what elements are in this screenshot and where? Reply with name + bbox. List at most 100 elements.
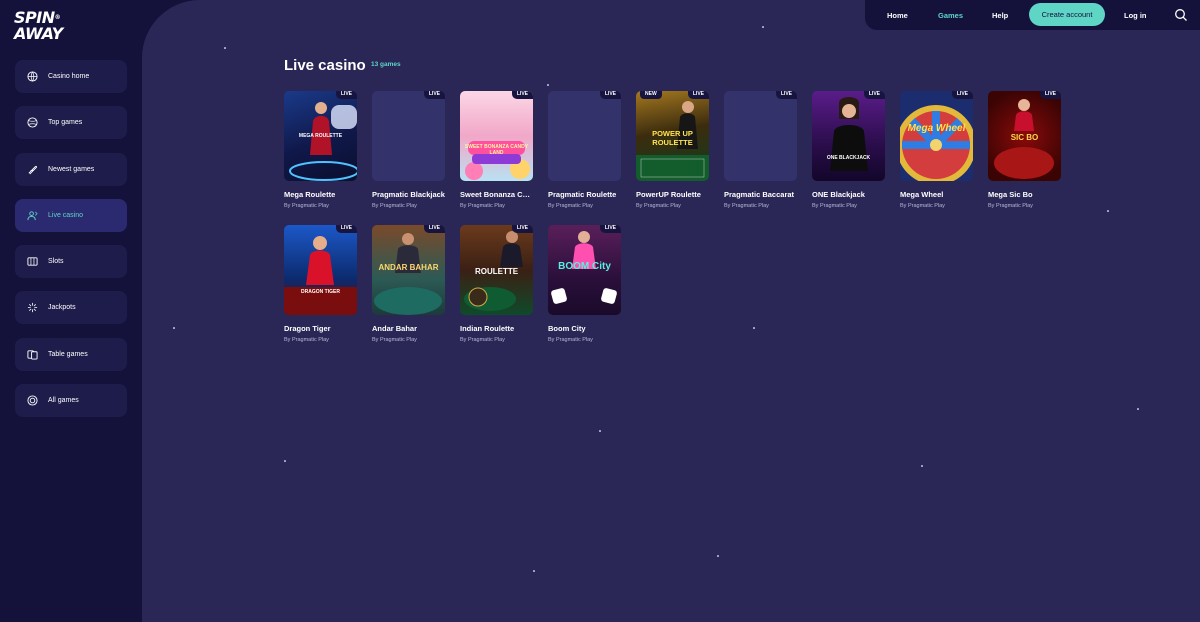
sidebar-item-newest-games[interactable]: Newest games (15, 152, 127, 186)
thumbnail-label: ONE BLACKJACK (826, 155, 871, 161)
sidebar-item-jackpots[interactable]: Jackpots (15, 291, 127, 325)
live-badge: LIVE (423, 225, 445, 233)
star-decoration (284, 460, 286, 462)
cards-icon (26, 348, 38, 360)
game-card-indian-roulette[interactable]: ROULETTE LIVE Indian Roulette By Pragmat… (460, 225, 533, 343)
game-card-mega-wheel[interactable]: Mega Wheel LIVE Mega Wheel By Pragmatic … (900, 91, 973, 209)
globe-icon (26, 71, 38, 83)
game-thumbnail: POWER UP ROULETTE NEW LIVE (636, 91, 709, 181)
game-provider: By Pragmatic Play (548, 337, 593, 343)
game-provider: By Pragmatic Play (372, 337, 417, 343)
star-decoration (921, 465, 923, 467)
game-provider: By Pragmatic Play (900, 203, 945, 209)
game-thumbnail: SIC BO LIVE (988, 91, 1061, 181)
game-thumbnail: ANDAR BAHAR LIVE (372, 225, 445, 315)
game-card-powerup-roulette[interactable]: POWER UP ROULETTE NEW LIVE PowerUP Roule… (636, 91, 709, 209)
create-account-button[interactable]: Create account (1029, 3, 1105, 26)
new-badge: NEW (640, 91, 662, 99)
main-content: Home Games Help Create account Log in Li… (142, 0, 1200, 622)
thumbnail-label: BOOM City (558, 261, 611, 272)
star-decoration (224, 47, 226, 49)
star-decoration (1137, 408, 1139, 410)
sidebar-item-top-games[interactable]: Top games (15, 106, 127, 140)
game-provider: By Pragmatic Play (284, 337, 329, 343)
live-badge: LIVE (335, 91, 357, 99)
nav-games[interactable]: Games (938, 11, 963, 20)
nav-help[interactable]: Help (992, 11, 1008, 20)
star-decoration (599, 430, 601, 432)
game-thumbnail: DRAGON TIGER LIVE (284, 225, 357, 315)
game-title: Boom City (548, 324, 586, 333)
game-card-pragmatic-blackjack[interactable]: LIVE Pragmatic Blackjack By Pragmatic Pl… (372, 91, 445, 209)
game-provider: By Pragmatic Play (724, 203, 769, 209)
game-title: Pragmatic Roulette (548, 190, 617, 199)
game-card-pragmatic-roulette[interactable]: LIVE Pragmatic Roulette By Pragmatic Pla… (548, 91, 621, 209)
wheel-illustration (900, 105, 973, 181)
dealer-illustration (284, 236, 357, 315)
sparkle-icon (26, 302, 38, 314)
live-badge: LIVE (863, 91, 885, 99)
sidebar-item-label: Top games (48, 119, 83, 127)
game-title: Dragon Tiger (284, 324, 331, 333)
game-provider: By Pragmatic Play (460, 203, 505, 209)
top-navigation: Home Games Help Create account Log in (865, 0, 1200, 30)
star-decoration (547, 84, 549, 86)
game-title: Mega Wheel (900, 190, 944, 199)
game-thumbnail: LIVE (548, 91, 621, 181)
sidebar-item-label: Newest games (48, 165, 95, 173)
login-link[interactable]: Log in (1124, 11, 1147, 20)
game-title: Mega Sic Bo (988, 190, 1033, 199)
game-provider: By Pragmatic Play (636, 203, 681, 209)
logo-text-2: AWAY (14, 24, 63, 43)
sidebar-item-live-casino[interactable]: Live casino (15, 198, 127, 232)
live-badge: LIVE (599, 225, 621, 233)
brand-logo[interactable]: SPIN® AWAY (14, 10, 63, 42)
game-card-mega-sic-bo[interactable]: SIC BO LIVE Mega Sic Bo By Pragmatic Pla… (988, 91, 1061, 209)
star-decoration (762, 26, 764, 28)
thumbnail-label: DRAGON TIGER (301, 289, 340, 295)
live-badge: LIVE (335, 225, 357, 233)
sidebar-item-all-games[interactable]: All games (15, 384, 127, 418)
game-thumbnail: ONE BLACKJACK LIVE (812, 91, 885, 181)
page-title: Live casino (284, 57, 366, 74)
thumbnail-label: SWEET BONANZA CANDY LAND (464, 144, 529, 156)
games-count: 13 games (371, 61, 401, 68)
sidebar-item-label: Live casino (48, 211, 84, 219)
sidebar-item-slots[interactable]: Slots (15, 245, 127, 279)
game-title: Pragmatic Baccarat (724, 190, 795, 199)
thumbnail-label: SIC BO (1010, 133, 1039, 142)
game-thumbnail: LIVE (372, 91, 445, 181)
thumbnail-label: ROULETTE (474, 267, 519, 276)
star-decoration (717, 555, 719, 557)
star-decoration (753, 327, 755, 329)
search-icon[interactable] (1174, 8, 1188, 22)
game-title: ONE Blackjack (812, 190, 865, 199)
game-title: Indian Roulette (460, 324, 515, 333)
sidebar-item-table-games[interactable]: Table games (15, 337, 127, 371)
nav-home[interactable]: Home (887, 11, 908, 20)
thumbnail-label: MEGA ROULETTE (298, 133, 343, 139)
game-card-one-blackjack[interactable]: ONE BLACKJACK LIVE ONE Blackjack By Prag… (812, 91, 885, 209)
slots-icon (26, 256, 38, 268)
dealer-illustration (830, 97, 868, 171)
star-decoration (173, 327, 175, 329)
game-card-pragmatic-baccarat[interactable]: LIVE Pragmatic Baccarat By Pragmatic Pla… (724, 91, 797, 209)
logo-mark: ® (54, 14, 61, 21)
game-provider: By Pragmatic Play (812, 203, 857, 209)
dealer-icon (26, 209, 38, 221)
star-decoration (1107, 210, 1109, 212)
game-card-boom-city[interactable]: BOOM City LIVE Boom City By Pragmatic Pl… (548, 225, 621, 343)
game-title: Sweet Bonanza CandyLand (460, 190, 533, 199)
game-thumbnail: MEGA ROULETTE LIVE (284, 91, 357, 181)
game-provider: By Pragmatic Play (460, 337, 505, 343)
game-card-sweet-bonanza[interactable]: SWEET BONANZA CANDY LAND LIVE Sweet Bona… (460, 91, 533, 209)
game-card-mega-roulette[interactable]: MEGA ROULETTE LIVE Mega Roulette By Prag… (284, 91, 357, 209)
sidebar-item-casino-home[interactable]: Casino home (15, 60, 127, 93)
game-card-dragon-tiger[interactable]: DRAGON TIGER LIVE Dragon Tiger By Pragma… (284, 225, 357, 343)
game-title: Mega Roulette (284, 190, 336, 199)
sidebar-nav: Casino home Top games Newest games Live … (15, 60, 127, 430)
game-card-andar-bahar[interactable]: ANDAR BAHAR LIVE Andar Bahar By Pragmati… (372, 225, 445, 343)
game-title: Pragmatic Blackjack (372, 190, 445, 199)
game-provider: By Pragmatic Play (988, 203, 1033, 209)
game-thumbnail: BOOM City LIVE (548, 225, 621, 315)
